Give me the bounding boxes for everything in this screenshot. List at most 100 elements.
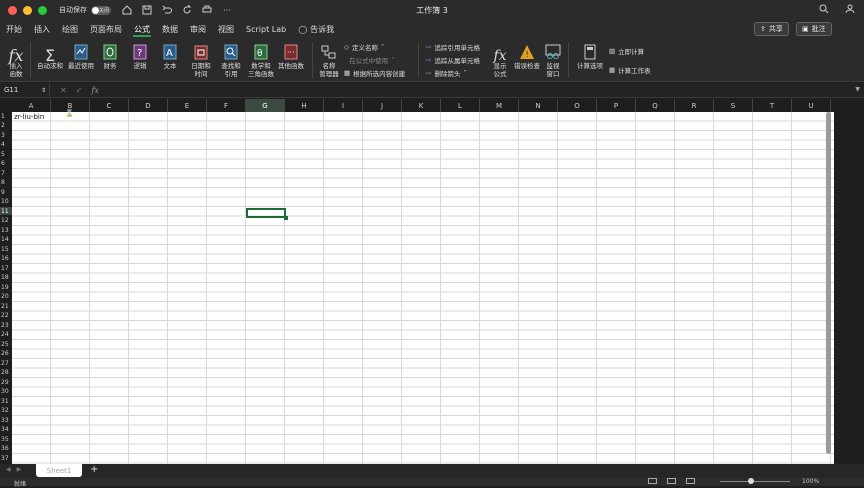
row-header[interactable]: 9 <box>0 188 12 196</box>
next-sheet-icon[interactable]: ▶ <box>17 466 22 473</box>
row-header[interactable]: 19 <box>0 283 12 291</box>
row-header[interactable]: 33 <box>0 416 12 424</box>
lookup-button[interactable]: 查找和 引用 <box>218 40 244 78</box>
add-sheet-button[interactable]: + <box>90 464 98 475</box>
row-header[interactable]: 16 <box>0 255 12 263</box>
row-header[interactable]: 25 <box>0 340 12 348</box>
tab-insert[interactable]: 插入 <box>28 20 56 38</box>
more-icon[interactable]: ··· <box>221 4 233 16</box>
column-header[interactable]: I <box>324 99 363 112</box>
row-header[interactable]: 27 <box>0 359 12 367</box>
name-box[interactable]: G11 ⇕ <box>0 82 50 98</box>
page-layout-view-icon[interactable] <box>667 478 676 484</box>
comments-button[interactable]: ▣ 批注 <box>796 22 832 36</box>
calc-sheet-button[interactable]: ▦ 计算工作表 <box>609 65 651 75</box>
row-header[interactable]: 30 <box>0 388 12 396</box>
formula-input[interactable] <box>105 84 864 97</box>
tab-draw[interactable]: 绘图 <box>56 20 84 38</box>
column-header[interactable]: T <box>753 99 792 112</box>
trace-precedents-button[interactable]: ⇨ 追踪引用单元格 <box>426 42 480 52</box>
cancel-icon[interactable]: ✕ <box>60 86 67 95</box>
column-header[interactable]: C <box>90 99 129 112</box>
tab-review[interactable]: 审阅 <box>184 20 212 38</box>
calc-now-button[interactable]: ▧ 立即计算 <box>609 46 644 56</box>
tab-page-layout[interactable]: 页面布局 <box>84 20 128 38</box>
row-header[interactable]: 5 <box>0 150 12 158</box>
column-header[interactable]: O <box>558 99 597 112</box>
column-header[interactable]: H <box>285 99 324 112</box>
row-header[interactable]: 2 <box>0 122 12 130</box>
watch-window-button[interactable]: 监视 窗口 <box>542 40 564 78</box>
row-header[interactable]: 15 <box>0 245 12 253</box>
expand-formula-icon[interactable]: ▼ <box>855 86 860 93</box>
more-functions-button[interactable]: ··· 其他函数 <box>276 40 306 70</box>
row-header[interactable]: 29 <box>0 378 12 386</box>
row-header[interactable]: 6 <box>0 160 12 168</box>
text-button[interactable]: A 文本 <box>158 40 182 70</box>
row-header[interactable]: 28 <box>0 369 12 377</box>
datetime-button[interactable]: 日期和 时间 <box>188 40 214 78</box>
row-header[interactable]: 17 <box>0 264 12 272</box>
minimize-window-button[interactable] <box>23 5 32 15</box>
column-header[interactable]: E <box>168 99 207 112</box>
use-in-formula-button[interactable]: 在公式中使用 ˅ <box>344 55 394 65</box>
trace-dependents-button[interactable]: ⇨ 追踪从属单元格 <box>426 55 480 65</box>
error-checking-button[interactable]: ! 错误检查 <box>512 40 542 70</box>
recent-functions-button[interactable]: 最近使用 <box>66 40 96 70</box>
row-header[interactable]: 32 <box>0 407 12 415</box>
math-trig-button[interactable]: θ 数学和 三角函数 <box>246 40 276 78</box>
vertical-scrollbar[interactable] <box>826 112 831 454</box>
column-header[interactable]: A <box>12 99 51 112</box>
row-header[interactable]: 12 <box>0 217 12 225</box>
column-header[interactable]: N <box>519 99 558 112</box>
row-header[interactable]: 21 <box>0 302 12 310</box>
autosave-toggle[interactable]: 关闭 <box>91 5 111 15</box>
row-header[interactable]: 11 <box>0 207 12 215</box>
column-header[interactable]: Q <box>636 99 675 112</box>
row-header[interactable]: 37 <box>0 454 12 462</box>
remove-arrows-button[interactable]: ⇨ 删除箭头 ˅ <box>426 68 467 78</box>
row-header[interactable]: 22 <box>0 312 12 320</box>
search-icon[interactable] <box>818 3 830 15</box>
row-header[interactable]: 18 <box>0 274 12 282</box>
column-header[interactable]: P <box>597 99 636 112</box>
tab-formulas[interactable]: 公式 <box>128 20 156 38</box>
column-header[interactable]: U <box>792 99 831 112</box>
confirm-icon[interactable]: ✓ <box>76 86 83 95</box>
row-header[interactable]: 20 <box>0 293 12 301</box>
undo-icon[interactable] <box>161 4 173 16</box>
row-header[interactable]: 7 <box>0 169 12 177</box>
tab-script-lab[interactable]: Script Lab <box>240 20 292 38</box>
account-icon[interactable] <box>844 3 856 15</box>
row-header[interactable]: 34 <box>0 426 12 434</box>
sheet-tab[interactable]: Sheet1 <box>36 464 82 477</box>
column-header[interactable]: R <box>675 99 714 112</box>
normal-view-icon[interactable] <box>648 478 657 484</box>
row-header[interactable]: 36 <box>0 445 12 453</box>
column-header[interactable]: J <box>363 99 402 112</box>
column-header[interactable]: D <box>129 99 168 112</box>
name-manager-button[interactable]: 名称 管理器 <box>316 40 342 78</box>
redo-icon[interactable] <box>181 4 193 16</box>
row-header[interactable]: 14 <box>0 236 12 244</box>
define-name-button[interactable]: ◇ 定义名称 ˅ <box>344 42 384 52</box>
row-header[interactable]: 4 <box>0 141 12 149</box>
show-formulas-button[interactable]: fx 显示 公式 <box>488 40 512 78</box>
financial-button[interactable]: 财务 <box>98 40 122 70</box>
tab-data[interactable]: 数据 <box>156 20 184 38</box>
cell-a1[interactable]: zr-liu-bin <box>14 113 44 121</box>
row-header[interactable]: 13 <box>0 226 12 234</box>
zoom-slider-knob[interactable] <box>748 478 754 484</box>
column-header[interactable]: M <box>480 99 519 112</box>
cells-area[interactable] <box>12 112 834 464</box>
column-header[interactable]: L <box>441 99 480 112</box>
row-header[interactable]: 31 <box>0 397 12 405</box>
share-button[interactable]: ⇪ 共享 <box>754 22 789 36</box>
create-from-selection-button[interactable]: ▦ 根据所选内容创建 <box>344 68 405 78</box>
close-window-button[interactable] <box>8 5 17 15</box>
row-header[interactable]: 1 <box>0 112 12 120</box>
save-icon[interactable] <box>141 4 153 16</box>
row-header[interactable]: 23 <box>0 321 12 329</box>
row-header[interactable]: 35 <box>0 435 12 443</box>
tab-tell-me[interactable]: ◯ 告诉我 <box>292 20 340 38</box>
